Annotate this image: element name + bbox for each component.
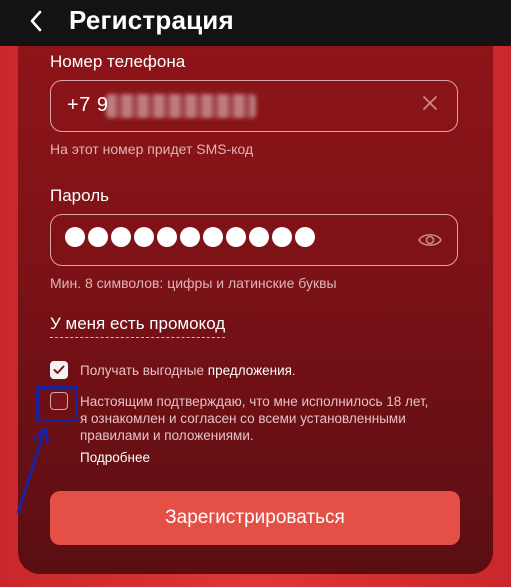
password-dot <box>272 227 292 247</box>
password-mask <box>65 227 315 247</box>
phone-label: Номер телефона <box>50 52 186 71</box>
password-dot <box>226 227 246 247</box>
eye-icon[interactable] <box>417 229 443 251</box>
password-dot <box>180 227 200 247</box>
phone-prefix: +7 9 <box>67 94 109 116</box>
register-button[interactable]: Зарегистрироваться <box>50 491 460 545</box>
phone-number-redacted <box>106 94 256 118</box>
password-dot <box>249 227 269 247</box>
password-input[interactable] <box>50 214 458 266</box>
back-button[interactable] <box>22 6 50 36</box>
password-dot <box>65 227 85 247</box>
offers-text: Получать выгодные предложения. <box>80 363 296 378</box>
annotation-highlight-box <box>36 386 78 422</box>
password-dot <box>203 227 223 247</box>
password-dot <box>88 227 108 247</box>
chevron-left-icon <box>30 10 42 32</box>
close-icon[interactable] <box>419 92 441 114</box>
more-info-link[interactable]: Подробнее <box>80 450 150 465</box>
offers-checkbox[interactable] <box>50 361 68 379</box>
phone-hint: На этот номер придет SMS-код <box>50 141 254 157</box>
top-bar: Регистрация <box>0 0 511 46</box>
password-dot <box>134 227 154 247</box>
password-dot <box>157 227 177 247</box>
checkmark-icon <box>53 365 65 374</box>
promo-code-link[interactable]: У меня есть промокод <box>50 314 226 338</box>
phone-input[interactable]: +7 9 <box>50 80 458 132</box>
password-dot <box>111 227 131 247</box>
offers-link[interactable]: предложения <box>208 363 292 378</box>
password-label: Пароль <box>50 186 109 205</box>
password-dot <box>295 227 315 247</box>
age-confirm-text: Настоящим подтверждаю, что мне исполнило… <box>80 394 429 443</box>
password-hint: Мин. 8 символов: цифры и латинские буквы <box>50 275 337 291</box>
page-title: Регистрация <box>69 5 234 35</box>
